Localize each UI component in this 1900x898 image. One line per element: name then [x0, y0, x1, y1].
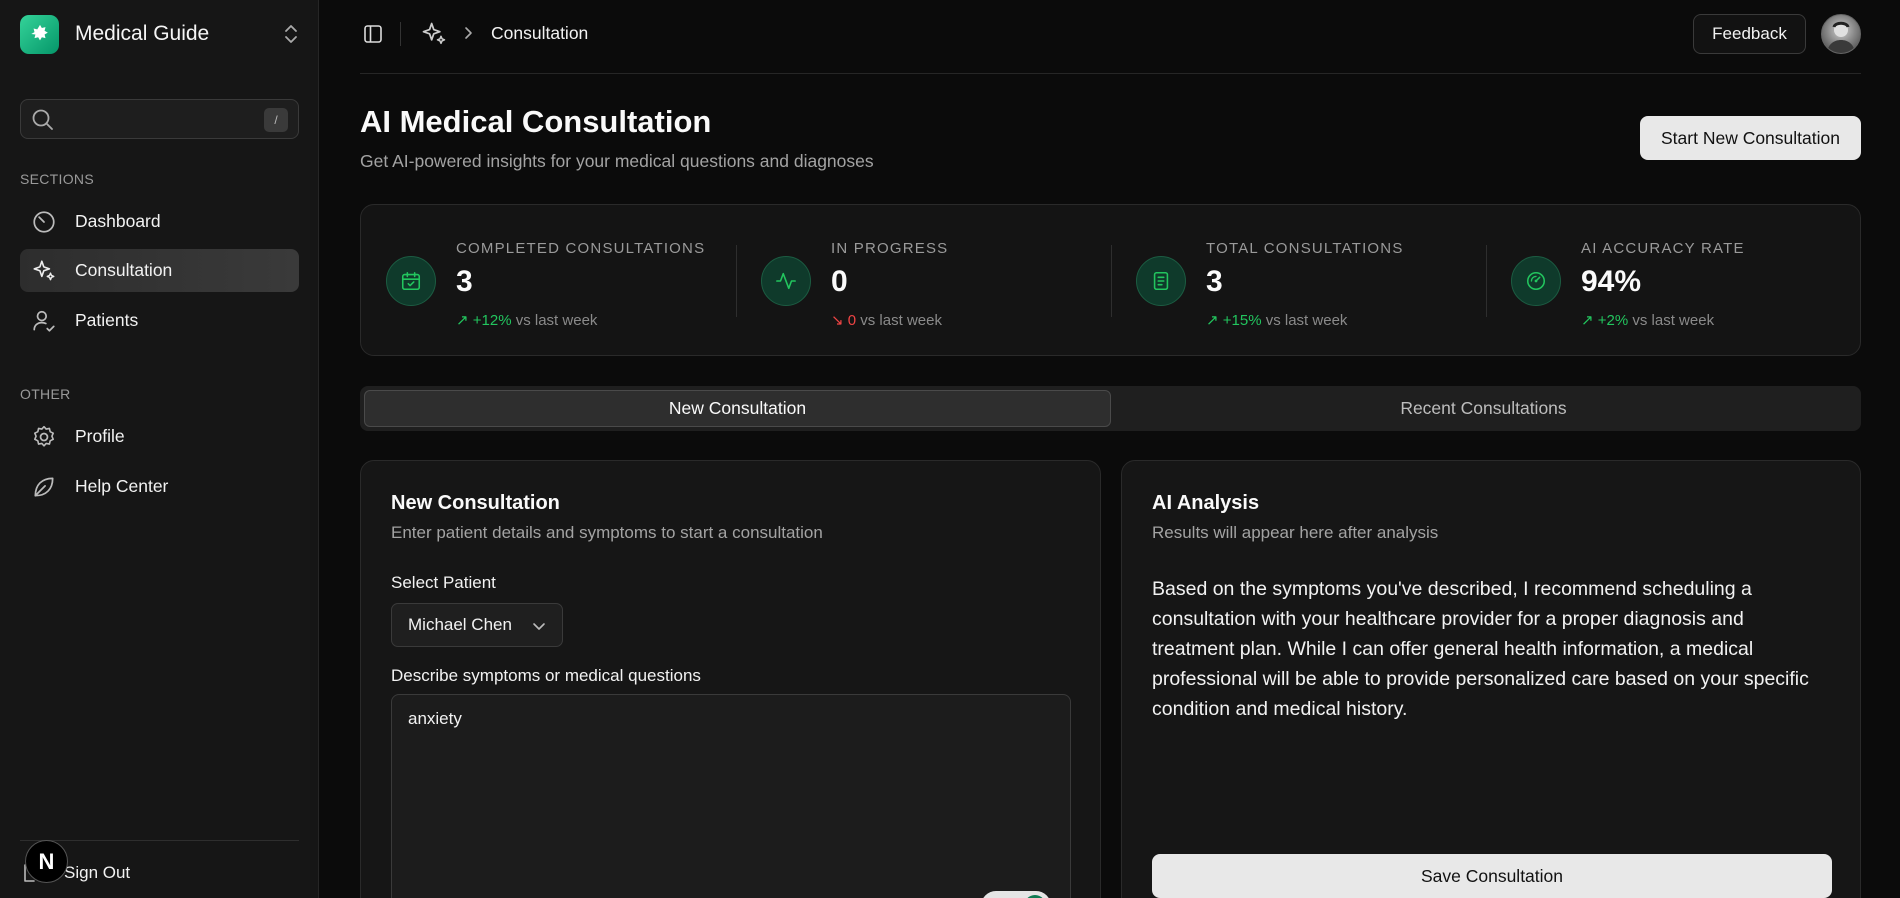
other-heading: OTHER — [20, 386, 71, 402]
dev-tools-badge[interactable]: N — [25, 840, 68, 883]
feedback-button[interactable]: Feedback — [1693, 14, 1806, 54]
stat-delta-suffix: vs last week — [1265, 312, 1348, 329]
card-title: New Consultation — [391, 492, 560, 514]
stat-value: 3 — [1206, 265, 1223, 298]
tab-new-consultation[interactable]: New Consultation — [364, 390, 1111, 427]
ai-analysis-card: AI Analysis Results will appear here aft… — [1121, 460, 1861, 898]
stat-total-consultations: TOTAL CONSULTATIONS 3 ↗ +15% vs last wee… — [1111, 205, 1486, 357]
search-shortcut-badge: / — [264, 108, 288, 132]
stat-delta: ↗ +12% vs last week — [456, 312, 598, 329]
page-subtitle: Get AI-powered insights for your medical… — [360, 151, 874, 171]
sparkles-icon[interactable] — [420, 20, 448, 48]
new-consultation-card: New Consultation Enter patient details a… — [360, 460, 1101, 898]
calendar-check-icon — [386, 256, 436, 306]
analysis-text: Based on the symptoms you've described, … — [1152, 578, 1809, 720]
consultation-tabs: New Consultation Recent Consultations — [360, 386, 1861, 431]
stat-label: TOTAL CONSULTATIONS — [1206, 240, 1404, 257]
search-input[interactable] — [65, 106, 265, 132]
sidebar: Medical Guide / SECTIONS Dashboard Consu… — [0, 0, 319, 898]
stat-completed-consultations: COMPLETED CONSULTATIONS 3 ↗ +12% vs last… — [361, 205, 736, 357]
sparkles-icon — [31, 258, 57, 284]
brand-name: Medical Guide — [75, 22, 210, 45]
sidebar-item-label: Help Center — [75, 476, 169, 496]
stat-label: COMPLETED CONSULTATIONS — [456, 240, 706, 257]
sidebar-divider — [20, 840, 299, 841]
stats-panel: COMPLETED CONSULTATIONS 3 ↗ +12% vs last… — [360, 204, 1861, 356]
card-description: Results will appear here after analysis — [1152, 523, 1439, 542]
stat-delta-suffix: vs last week — [515, 312, 598, 329]
patient-select[interactable]: Michael Chen — [391, 603, 563, 647]
stat-value: 0 — [831, 265, 848, 298]
sidebar-item-patients[interactable]: Patients — [20, 299, 299, 342]
voice-toggle[interactable] — [981, 891, 1051, 898]
sidebar-item-label: Patients — [75, 310, 139, 330]
sign-out-label: Sign Out — [64, 863, 131, 882]
topbar-divider-line — [360, 73, 1861, 74]
search-box[interactable]: / — [20, 99, 299, 139]
tab-recent-consultations[interactable]: Recent Consultations — [1110, 390, 1857, 427]
brand-switcher[interactable]: Medical Guide — [20, 14, 299, 54]
save-consultation-button[interactable]: Save Consultation — [1152, 854, 1832, 898]
speedometer-icon — [1511, 256, 1561, 306]
symptoms-label: Describe symptoms or medical questions — [391, 666, 701, 685]
select-patient-label: Select Patient — [391, 573, 496, 592]
chevrons-up-down-icon[interactable] — [283, 24, 299, 44]
stat-ai-accuracy-rate: AI ACCURACY RATE 94% ↗ +2% vs last week — [1486, 205, 1861, 357]
patient-select-value: Michael Chen — [408, 615, 512, 634]
page-title: AI Medical Consultation — [360, 104, 712, 139]
activity-icon — [761, 256, 811, 306]
card-description: Enter patient details and symptoms to st… — [391, 523, 823, 542]
stat-label: AI ACCURACY RATE — [1581, 240, 1745, 257]
sidebar-item-help-center[interactable]: Help Center — [20, 465, 299, 508]
stat-delta-suffix: vs last week — [860, 312, 942, 329]
symptoms-textarea[interactable]: anxiety — [391, 694, 1071, 898]
stat-delta-value: +15% — [1222, 312, 1262, 329]
chevron-down-icon — [532, 619, 546, 633]
sidebar-toggle-icon[interactable] — [363, 24, 383, 44]
brand-logo-icon — [20, 14, 59, 54]
stat-delta: ↘ 0 vs last week — [831, 312, 942, 329]
stat-delta-suffix: vs last week — [1632, 312, 1715, 329]
search-icon — [31, 108, 55, 132]
gear-icon — [31, 424, 57, 450]
user-check-icon — [31, 308, 57, 334]
stat-value: 94% — [1581, 265, 1642, 298]
gauge-icon — [31, 209, 57, 235]
stat-value: 3 — [456, 265, 473, 298]
sidebar-item-consultation[interactable]: Consultation — [20, 249, 299, 292]
sidebar-item-label: Dashboard — [75, 211, 161, 231]
sidebar-item-dashboard[interactable]: Dashboard — [20, 200, 299, 243]
stat-delta-value: +12% — [472, 312, 512, 329]
stat-delta: ↗ +2% vs last week — [1581, 312, 1715, 329]
stat-label: IN PROGRESS — [831, 240, 949, 257]
chevron-right-icon — [464, 26, 474, 40]
avatar[interactable] — [1821, 14, 1861, 54]
topbar-divider — [400, 22, 401, 46]
card-title: AI Analysis — [1152, 492, 1260, 514]
sections-heading: SECTIONS — [20, 171, 94, 187]
stat-delta: ↗ +15% vs last week — [1206, 312, 1348, 329]
stat-delta-value: 0 — [847, 312, 857, 329]
document-icon — [1136, 256, 1186, 306]
stat-in-progress: IN PROGRESS 0 ↘ 0 vs last week — [736, 205, 1111, 357]
stat-delta-value: +2% — [1597, 312, 1629, 329]
sidebar-item-label: Consultation — [75, 260, 173, 280]
sidebar-item-label: Profile — [75, 426, 125, 446]
topbar: Consultation Feedback — [319, 0, 1900, 74]
start-new-consultation-button[interactable]: Start New Consultation — [1640, 116, 1861, 160]
leaf-icon — [31, 474, 57, 500]
breadcrumb: Consultation — [491, 23, 589, 43]
sidebar-item-profile[interactable]: Profile — [20, 415, 299, 458]
